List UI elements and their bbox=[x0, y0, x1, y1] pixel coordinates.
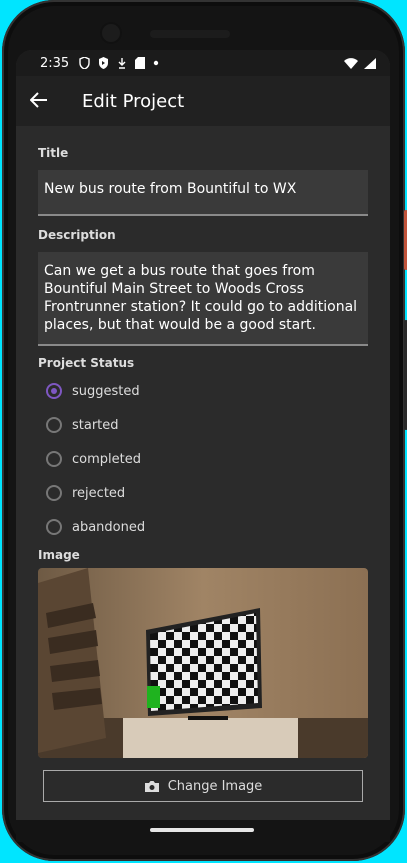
radio-button[interactable] bbox=[46, 383, 62, 399]
status-option-label: rejected bbox=[72, 485, 126, 501]
status-option-abandoned[interactable]: abandoned bbox=[38, 510, 368, 544]
play-shield-icon bbox=[99, 57, 109, 69]
edit-form: Title New bus route from Bountiful to WX… bbox=[16, 126, 390, 802]
camera-icon bbox=[144, 780, 159, 792]
download-icon bbox=[118, 58, 126, 69]
status-bar: 2:35 bbox=[16, 50, 390, 76]
description-label: Description bbox=[38, 228, 116, 242]
front-camera bbox=[102, 24, 120, 42]
status-option-label: started bbox=[72, 417, 119, 433]
home-gesture-pill[interactable] bbox=[150, 828, 254, 832]
status-option-completed[interactable]: completed bbox=[38, 442, 368, 476]
status-option-rejected[interactable]: rejected bbox=[38, 476, 368, 510]
title-label: Title bbox=[38, 146, 69, 160]
sd-card-icon bbox=[135, 57, 146, 69]
status-option-suggested[interactable]: suggested bbox=[38, 374, 368, 408]
status-option-label: suggested bbox=[72, 383, 140, 399]
change-image-button[interactable]: Change Image bbox=[43, 770, 363, 802]
back-arrow-icon[interactable] bbox=[29, 89, 60, 114]
dot-icon bbox=[154, 60, 159, 66]
signal-icon bbox=[364, 57, 376, 69]
radio-button[interactable] bbox=[46, 451, 62, 467]
radio-button[interactable] bbox=[46, 417, 62, 433]
radio-button[interactable] bbox=[46, 485, 62, 501]
shield-icon bbox=[79, 57, 90, 69]
description-input[interactable]: Can we get a bus route that goes from Bo… bbox=[38, 252, 368, 346]
status-radio-group: suggested started completed rejected abandon… bbox=[38, 374, 368, 544]
app-bar: Edit Project bbox=[16, 76, 390, 126]
radio-button[interactable] bbox=[46, 519, 62, 535]
status-option-started[interactable]: started bbox=[38, 408, 368, 442]
image-label: Image bbox=[38, 548, 80, 562]
earpiece-speaker bbox=[150, 30, 230, 38]
status-label: Project Status bbox=[38, 356, 135, 370]
status-option-label: completed bbox=[72, 451, 141, 467]
wifi-icon bbox=[344, 57, 358, 69]
status-time: 2:35 bbox=[40, 55, 70, 71]
project-image bbox=[38, 568, 368, 758]
change-image-label: Change Image bbox=[167, 778, 263, 794]
screen: 2:35 Edit Project Title New bus route fr… bbox=[16, 50, 390, 820]
status-option-label: abandoned bbox=[72, 519, 146, 535]
page-title: Edit Project bbox=[82, 90, 185, 112]
title-input[interactable]: New bus route from Bountiful to WX bbox=[38, 170, 368, 216]
